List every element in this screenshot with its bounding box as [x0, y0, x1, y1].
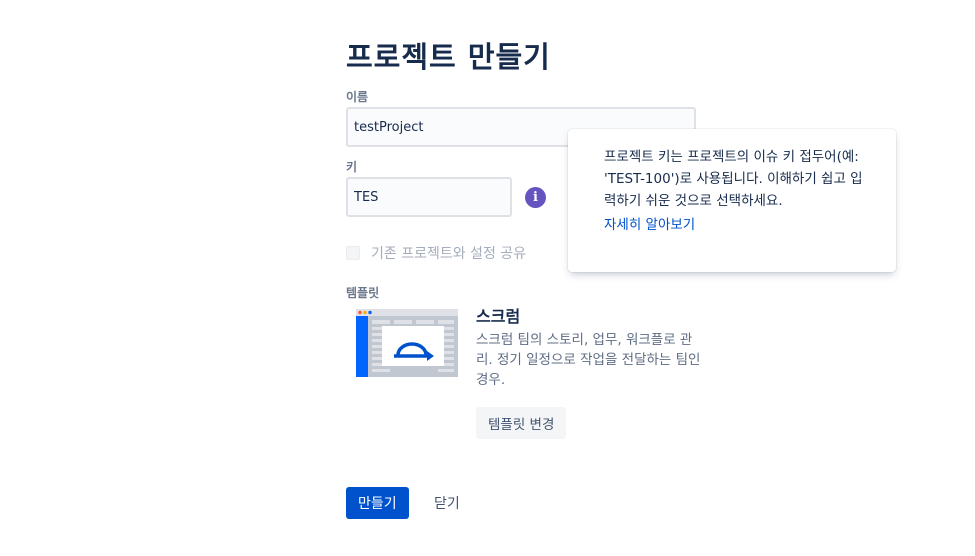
share-settings-row[interactable]: 기존 프로젝트와 설정 공유 — [346, 243, 526, 263]
template-description: 스크럼 팀의 스토리, 업무, 워크플로 관리. 정기 일정으로 작업을 전달하… — [476, 332, 701, 388]
key-info-text: 프로젝트 키는 프로젝트의 이슈 키 접두어(예: 'TEST-100')로 사… — [604, 149, 863, 209]
key-info-popup: 프로젝트 키는 프로젝트의 이슈 키 접두어(예: 'TEST-100')로 사… — [568, 129, 896, 272]
key-label: 키 — [346, 160, 358, 174]
info-icon[interactable]: i — [525, 187, 546, 208]
learn-more-link[interactable]: 자세히 알아보기 — [604, 214, 695, 236]
create-button[interactable]: 만들기 — [346, 487, 409, 519]
key-input[interactable] — [346, 177, 512, 217]
template-label: 템플릿 — [346, 286, 380, 300]
change-template-button[interactable]: 템플릿 변경 — [476, 407, 567, 439]
template-name: 스크럼 — [476, 307, 521, 326]
close-button[interactable]: 닫기 — [424, 487, 470, 519]
page-title: 프로젝트 만들기 — [346, 40, 551, 74]
scrum-board-icon — [356, 309, 458, 377]
share-settings-checkbox[interactable] — [346, 246, 360, 260]
share-settings-label: 기존 프로젝트와 설정 공유 — [371, 246, 527, 262]
name-label: 이름 — [346, 90, 369, 104]
